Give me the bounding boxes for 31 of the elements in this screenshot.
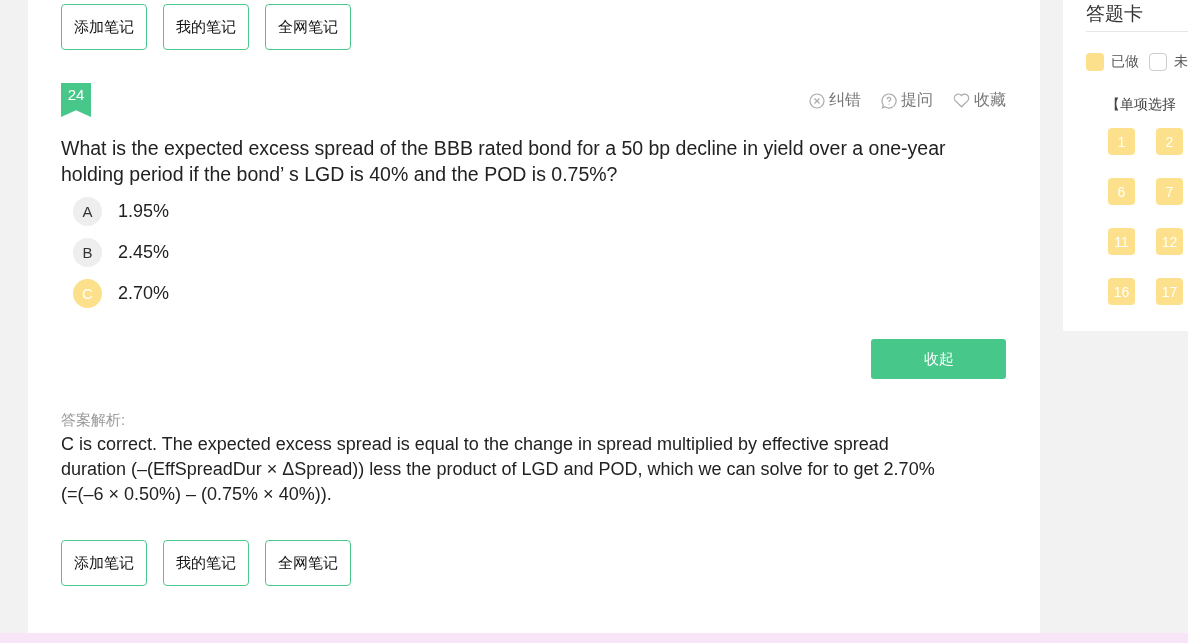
answer-option[interactable]: C 2.70% <box>73 279 1006 308</box>
legend-swatch <box>1149 53 1167 71</box>
note-button[interactable]: 我的笔记 <box>163 540 249 586</box>
analysis-text: C is correct. The expected excess spread is equal to the change in spread multiplied by effective spread duration (–(EffSpreadDur × ΔSpread)) less the product of LGD and POD, which we can solve for to get 2.70% (=(–6 × 0.50%) – (0.75% × 40%)). <box>61 433 936 506</box>
close-circle-icon <box>809 92 825 109</box>
favorite-action[interactable]: 收藏 <box>953 90 1006 111</box>
question-text: What is the expected excess spread of the BBB rated bond for a 50 bp decline in yield over a one-year holding period if the bond’ s LGD is 40% and the POD is 0.75%? <box>61 136 947 187</box>
legend-swatch <box>1086 53 1104 71</box>
question-number-badge: 24 <box>61 83 91 117</box>
option-text: 2.70% <box>118 283 170 304</box>
option-letter: A <box>73 197 102 226</box>
note-button[interactable]: 全网笔记 <box>265 4 351 50</box>
answer-option[interactable]: A 1.95% <box>73 197 1006 226</box>
legend-label: 已做 <box>1111 53 1139 71</box>
ask-action[interactable]: 提问 <box>881 90 933 111</box>
note-button[interactable]: 我的笔记 <box>163 4 249 50</box>
note-button[interactable]: 添加笔记 <box>61 4 147 50</box>
option-text: 2.45% <box>118 242 170 263</box>
answer-option[interactable]: B 2.45% <box>73 238 1006 267</box>
option-letter: C <box>73 279 102 308</box>
section-title: 【单项选择 <box>1106 96 1177 114</box>
panel-title: 答题卡 <box>1086 0 1188 32</box>
heart-icon <box>953 93 970 108</box>
note-button[interactable]: 添加笔记 <box>61 540 147 586</box>
analysis-label: 答案解析: <box>61 411 127 430</box>
note-button[interactable]: 全网笔记 <box>265 540 351 586</box>
option-letter: B <box>73 238 102 267</box>
option-text: 1.95% <box>118 201 170 222</box>
question-bubble-icon <box>881 92 897 109</box>
legend-label: 未 <box>1174 53 1188 71</box>
error-action[interactable]: 纠错 <box>809 90 861 111</box>
